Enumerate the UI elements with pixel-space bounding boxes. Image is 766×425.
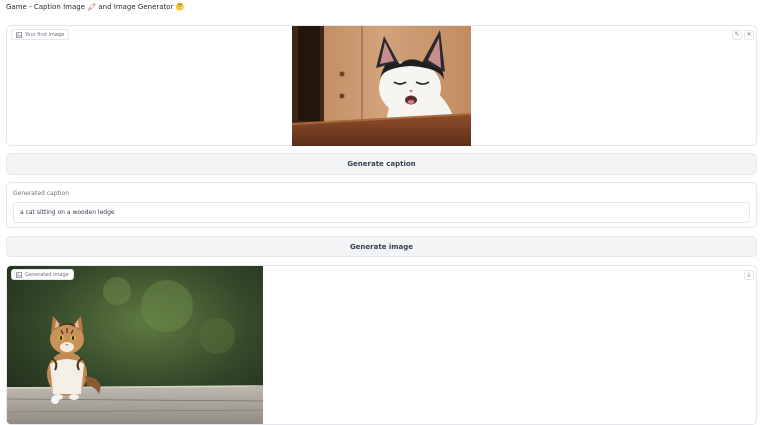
output-image-panel: ⤓ Generated image [6, 265, 757, 425]
generate-caption-button[interactable]: Generate caption [6, 153, 757, 175]
generated-cat-photo [7, 266, 263, 424]
download-icon: ⤓ [747, 271, 751, 278]
page-title: Game - Caption Image 🖍 and Image Generat… [6, 3, 184, 11]
generate-image-button[interactable]: Generate image [6, 236, 757, 257]
caption-field-panel: Generated caption a cat sitting on a woo… [6, 182, 757, 228]
input-image-panel[interactable]: Your first image ✎ ✕ [6, 25, 757, 146]
generate-caption-label: Generate caption [347, 160, 416, 168]
close-icon: ✕ [746, 31, 752, 38]
download-button[interactable]: ⤓ [744, 270, 754, 280]
output-image-label: Generated image [25, 271, 69, 278]
input-cat-photo [292, 26, 471, 146]
output-image-tag: Generated image [11, 269, 74, 280]
page-title-text: Game - Caption Image [6, 3, 85, 11]
caption-field-label: Generated caption [13, 190, 70, 197]
image-icon [16, 271, 22, 278]
input-image-label: Your first image [25, 31, 65, 38]
thinking-emoji: 🤔 [175, 3, 185, 11]
clear-button[interactable]: ✕ [744, 30, 754, 40]
pencil-icon: ✎ [734, 31, 740, 38]
crayon-emoji: 🖍 [87, 3, 97, 11]
edit-button[interactable]: ✎ [732, 30, 742, 40]
caption-textbox[interactable]: a cat sitting on a wooden ledge [13, 202, 750, 223]
input-image-tag: Your first image [11, 29, 70, 40]
generate-image-label: Generate image [349, 242, 414, 251]
page-title-middle: and Image Generator [98, 3, 174, 11]
image-icon [16, 31, 22, 38]
